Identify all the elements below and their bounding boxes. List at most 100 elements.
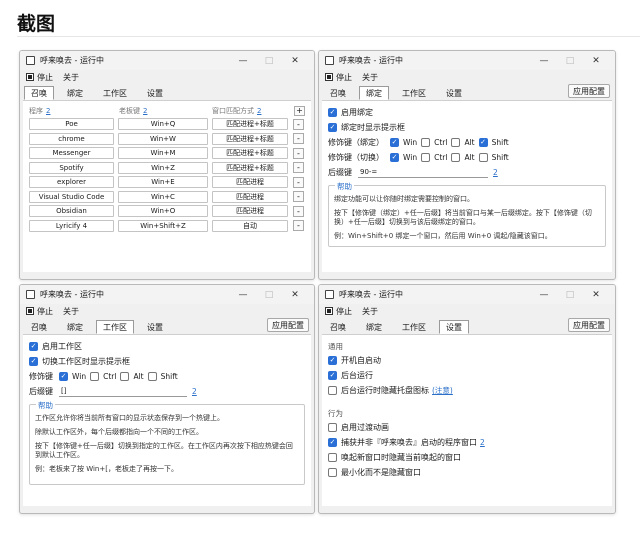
delete-row-button[interactable]: - <box>293 191 304 202</box>
tab-workspace[interactable]: 工作区 <box>395 320 433 334</box>
match-cell[interactable]: 匹配进程 <box>212 176 288 188</box>
tab-summon[interactable]: 召唤 <box>323 86 353 100</box>
modifier-alt[interactable]: Alt <box>451 153 475 162</box>
modifier-ctrl[interactable]: Ctrl <box>90 372 116 381</box>
tab-summon[interactable]: 召唤 <box>24 86 54 100</box>
menu-about[interactable]: 关于 <box>362 72 378 83</box>
hotkey-cell[interactable]: Win+Q <box>118 118 208 130</box>
shift-checkbox[interactable] <box>478 153 488 162</box>
workspace-suffix-help-link[interactable]: 2 <box>192 387 197 396</box>
program-cell[interactable]: Messenger <box>29 147 114 159</box>
tab-bind[interactable]: 绑定 <box>359 320 389 334</box>
modifier-win[interactable]: Win <box>390 138 417 147</box>
program-cell[interactable]: Poe <box>29 118 114 130</box>
hide-on-new-row[interactable]: 唤起新窗口时隐藏当前唤起的窗口 <box>328 450 606 465</box>
delete-row-button[interactable]: - <box>293 176 304 188</box>
workspace-tip-row[interactable]: 切换工作区时显示提示框 <box>29 354 305 369</box>
background-row[interactable]: 后台运行 <box>328 368 606 383</box>
min-no-hide-checkbox[interactable] <box>328 468 337 477</box>
suffix-help-link[interactable]: 2 <box>493 168 498 177</box>
close-button[interactable]: ✕ <box>282 290 308 300</box>
hotkey-cell[interactable]: Win+Z <box>118 161 208 174</box>
delete-row-button[interactable]: - <box>293 133 304 144</box>
tab-bind[interactable]: 绑定 <box>60 320 90 334</box>
bind-tip-row[interactable]: 绑定时显示提示框 <box>328 120 606 135</box>
minimize-button[interactable]: — <box>531 56 557 66</box>
match-cell[interactable]: 匹配进程 <box>212 205 288 217</box>
menu-about[interactable]: 关于 <box>362 306 378 317</box>
menu-stop[interactable]: 停止 <box>336 306 352 317</box>
program-cell[interactable]: Spotify <box>29 161 114 174</box>
shift-checkbox[interactable] <box>478 138 488 147</box>
apply-config-button[interactable]: 应用配置 <box>568 84 610 98</box>
autostart-checkbox[interactable] <box>328 356 337 365</box>
menu-stop[interactable]: 停止 <box>37 306 53 317</box>
background-checkbox[interactable] <box>328 371 337 380</box>
delete-row-button[interactable]: - <box>293 220 304 231</box>
capture-own-row[interactable]: 捕获并非『呼来唤去』启动的程序窗口2 <box>328 435 606 450</box>
tab-settings[interactable]: 设置 <box>439 320 469 334</box>
ctrl-checkbox[interactable] <box>90 372 100 381</box>
hotkey-cell[interactable]: Win+E <box>118 176 208 188</box>
shift-checkbox[interactable] <box>147 372 157 381</box>
tab-bind[interactable]: 绑定 <box>60 86 90 100</box>
workspace-tip-checkbox[interactable] <box>29 357 38 366</box>
delete-row-button[interactable]: - <box>293 147 304 159</box>
modifier-win[interactable]: Win <box>59 372 86 381</box>
minimize-button[interactable]: — <box>230 56 256 66</box>
workspace-suffix-input[interactable]: [] <box>59 386 187 397</box>
hotkey-cell[interactable]: Win+O <box>118 205 208 217</box>
match-cell[interactable]: 匹配进程+标题 <box>212 132 288 145</box>
modifier-ctrl[interactable]: Ctrl <box>421 153 447 162</box>
hide-tray-checkbox[interactable] <box>328 386 337 395</box>
match-cell[interactable]: 自动 <box>212 219 288 232</box>
apply-config-button[interactable]: 应用配置 <box>568 318 610 332</box>
menu-stop[interactable]: 停止 <box>336 72 352 83</box>
menu-about[interactable]: 关于 <box>63 306 79 317</box>
capture-own-checkbox[interactable] <box>328 438 337 447</box>
capture-own-help-link[interactable]: 2 <box>480 438 485 447</box>
program-help-link[interactable]: 2 <box>46 107 50 115</box>
minimize-button[interactable]: — <box>230 290 256 300</box>
program-cell[interactable]: Obsidian <box>29 205 114 217</box>
bind-tip-checkbox[interactable] <box>328 123 337 132</box>
autostart-row[interactable]: 开机自启动 <box>328 353 606 368</box>
enable-workspace-checkbox[interactable] <box>29 342 38 351</box>
modifier-win[interactable]: Win <box>390 153 417 162</box>
tab-workspace[interactable]: 工作区 <box>96 320 134 334</box>
match-cell[interactable]: 匹配进程+标题 <box>212 118 288 130</box>
match-cell[interactable]: 匹配进程+标题 <box>212 147 288 159</box>
match-cell[interactable]: 匹配进程 <box>212 190 288 203</box>
delete-row-button[interactable]: - <box>293 205 304 217</box>
modifier-shift[interactable]: Shift <box>478 138 509 147</box>
tab-bind[interactable]: 绑定 <box>359 86 389 100</box>
apply-config-button[interactable]: 应用配置 <box>267 318 309 332</box>
program-cell[interactable]: chrome <box>29 132 114 145</box>
tab-settings[interactable]: 设置 <box>439 86 469 100</box>
program-cell[interactable]: explorer <box>29 176 114 188</box>
add-row-button[interactable]: + <box>294 106 305 116</box>
program-cell[interactable]: Visual Studio Code <box>29 190 114 203</box>
minimize-button[interactable]: — <box>531 290 557 300</box>
delete-row-button[interactable]: - <box>293 162 304 173</box>
hotkey-cell[interactable]: Win+Shift+Z <box>118 219 208 232</box>
modifier-alt[interactable]: Alt <box>120 372 144 381</box>
win-checkbox[interactable] <box>390 138 399 147</box>
close-button[interactable]: ✕ <box>583 290 609 300</box>
modifier-shift[interactable]: Shift <box>147 372 178 381</box>
win-checkbox[interactable] <box>59 372 68 381</box>
close-button[interactable]: ✕ <box>282 56 308 66</box>
tab-settings[interactable]: 设置 <box>140 86 170 100</box>
min-no-hide-row[interactable]: 最小化而不是隐藏窗口 <box>328 465 606 480</box>
hide-tray-row[interactable]: 后台运行时隐藏托盘图标 (注意) <box>328 383 606 398</box>
tab-workspace[interactable]: 工作区 <box>96 86 134 100</box>
hide-on-new-checkbox[interactable] <box>328 453 337 462</box>
hotkey-cell[interactable]: Win+C <box>118 190 208 203</box>
transition-row[interactable]: 启用过渡动画 <box>328 420 606 435</box>
tab-summon[interactable]: 召唤 <box>323 320 353 334</box>
match-help-link[interactable]: 2 <box>257 107 261 115</box>
ctrl-checkbox[interactable] <box>421 153 431 162</box>
hide-tray-note-link[interactable]: (注意) <box>432 385 453 396</box>
tab-workspace[interactable]: 工作区 <box>395 86 433 100</box>
hotkey-cell[interactable]: Win+M <box>118 147 208 159</box>
